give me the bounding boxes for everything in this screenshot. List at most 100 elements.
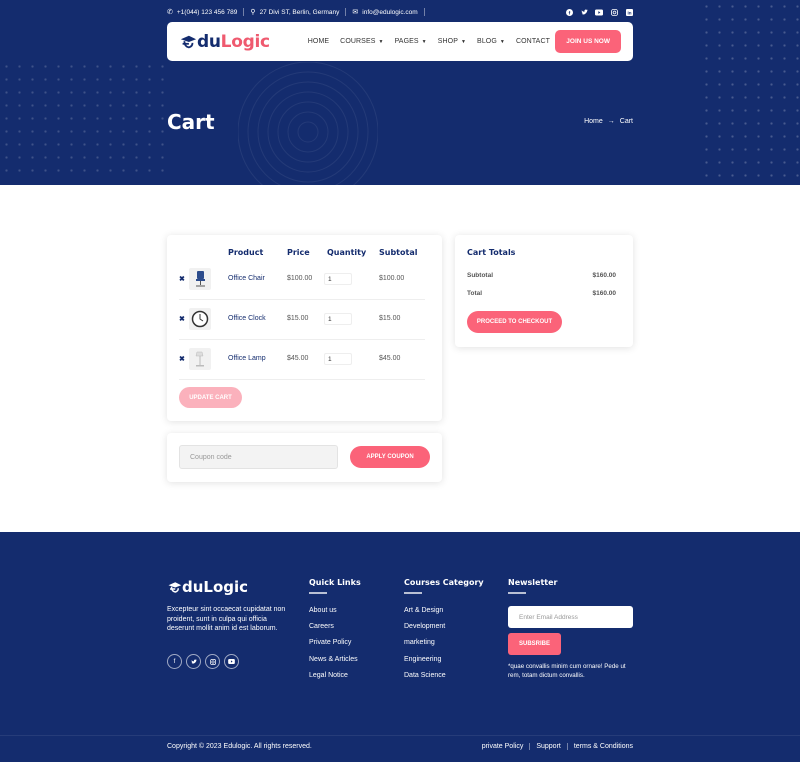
footer-link[interactable]: About us (309, 607, 358, 614)
logo-accent-text: Logic (220, 31, 270, 52)
footer-social-links: f (167, 654, 239, 669)
nav-courses[interactable]: COURSES ▼ (340, 38, 383, 45)
twitter-icon[interactable] (186, 654, 201, 669)
nav-contact[interactable]: CONTACT (516, 38, 550, 45)
footer-description: Excepteur sint occaecat cupidatat non pr… (167, 606, 286, 632)
nav-pages[interactable]: PAGES ▼ (395, 38, 427, 45)
footer-bottom-link[interactable]: private Policy (476, 743, 531, 750)
remove-item-icon[interactable]: ✖ (179, 355, 185, 363)
cart-row: ✖ Office Lamp $45.00 1 $45.00 (179, 340, 425, 380)
product-price: $45.00 (287, 355, 309, 362)
product-name[interactable]: Office Lamp (228, 355, 266, 362)
footer-link[interactable]: News & Articles (309, 656, 358, 663)
chevron-down-icon: ▼ (378, 39, 384, 45)
quantity-input[interactable]: 1 (324, 273, 352, 285)
copyright-text: Copyright © 2023 Edulogic. All rights re… (167, 743, 312, 750)
column-header-quantity: Quantity (327, 248, 367, 257)
facebook-icon[interactable]: f (167, 654, 182, 669)
concentric-rings-decoration (238, 62, 378, 185)
mail-icon: ✉ (352, 9, 359, 16)
site-logo[interactable]: du Logic (179, 32, 270, 52)
nav-shop[interactable]: SHOP ▼ (438, 38, 466, 45)
footer-link[interactable]: Development (404, 623, 446, 630)
email-text: info@edulogic.com (362, 8, 418, 16)
topbar-social-links: f in (565, 8, 633, 16)
top-contact-bar: ✆ +1(044) 123 456 789 ⚲ 27 Divi ST, Berl… (167, 5, 633, 19)
main-navbar: du Logic HOME COURSES ▼ PAGES ▼ SHOP ▼ BLOG ▼… (167, 22, 633, 61)
remove-item-icon[interactable]: ✖ (179, 315, 185, 323)
quick-links-title: Quick Links (309, 578, 361, 594)
footer-logo-text: duLogic (182, 578, 249, 596)
footer-link[interactable]: Legal Notice (309, 672, 358, 679)
total-value: $160.00 (592, 290, 617, 297)
subtotal-line: Subtotal $160.00 (467, 272, 616, 279)
breadcrumb: Home → Cart (584, 118, 633, 125)
nav-home[interactable]: HOME (308, 38, 329, 45)
facebook-icon[interactable]: f (565, 8, 573, 16)
footer-bottom-link[interactable]: Support (530, 743, 568, 750)
footer-divider (0, 735, 800, 736)
graduation-cap-icon (180, 35, 197, 48)
courses-category-list: Art & Design Development marketing Engin… (404, 607, 446, 679)
footer-bottom-links: private Policy Support terms & Condition… (476, 743, 633, 750)
svg-text:in: in (627, 10, 631, 15)
nav-menu: HOME COURSES ▼ PAGES ▼ SHOP ▼ BLOG ▼ CONTACT (308, 38, 550, 45)
join-us-button[interactable]: JOIN US NOW (555, 30, 621, 53)
column-header-product: Product (228, 248, 264, 257)
subscribe-button[interactable]: SUBSRIBE (508, 633, 561, 655)
column-header-subtotal: Subtotal (379, 248, 418, 257)
total-line: Total $160.00 (467, 290, 616, 297)
logo-main-text: du (197, 31, 221, 52)
cart-totals-title: Cart Totals (467, 248, 516, 257)
breadcrumb-current: Cart (619, 118, 633, 125)
proceed-to-checkout-button[interactable]: PROCEED TO CHECKOUT (467, 311, 562, 333)
newsletter-email-input[interactable]: Enter Email Address (508, 606, 633, 628)
product-name[interactable]: Office Clock (228, 315, 266, 322)
twitter-icon[interactable] (580, 8, 588, 16)
linkedin-icon[interactable]: in (625, 8, 633, 16)
product-subtotal: $45.00 (379, 355, 401, 362)
product-subtotal: $15.00 (379, 315, 401, 322)
update-cart-button[interactable]: UPDATE CART (179, 387, 242, 408)
youtube-icon[interactable] (595, 8, 603, 16)
footer-link[interactable]: Careers (309, 623, 358, 630)
footer-bottom-link[interactable]: terms & Conditions (568, 743, 633, 750)
total-label: Total (467, 290, 483, 297)
chevron-down-icon: ▼ (421, 39, 427, 45)
breadcrumb-home[interactable]: Home (584, 118, 603, 125)
page-hero: ✆ +1(044) 123 456 789 ⚲ 27 Divi ST, Berl… (0, 0, 800, 185)
youtube-icon[interactable] (224, 654, 239, 669)
newsletter-note: *quae convallis minim cum ornare! Pede u… (508, 663, 626, 679)
instagram-icon[interactable] (205, 654, 220, 669)
dot-pattern-right (700, 0, 800, 185)
footer-link[interactable]: Data Science (404, 672, 446, 679)
quantity-input[interactable]: 1 (324, 313, 352, 325)
apply-coupon-button[interactable]: APPLY COUPON (350, 446, 430, 468)
footer-link[interactable]: Private Policy (309, 639, 358, 646)
cart-row: ✖ Office Chair $100.00 1 $100.00 (179, 260, 425, 300)
subtotal-label: Subtotal (467, 272, 493, 279)
footer-link[interactable]: marketing (404, 639, 446, 646)
nav-blog[interactable]: BLOG ▼ (477, 38, 505, 45)
coupon-code-input[interactable]: Coupon code (179, 445, 338, 469)
footer-logo[interactable]: duLogic (167, 578, 248, 596)
remove-item-icon[interactable]: ✖ (179, 275, 185, 283)
topbar-phone[interactable]: ✆ +1(044) 123 456 789 (167, 8, 245, 16)
phone-icon: ✆ (167, 9, 173, 16)
product-subtotal: $100.00 (379, 275, 405, 282)
office-chair-icon[interactable] (189, 268, 211, 290)
quantity-input[interactable]: 1 (324, 353, 352, 365)
office-lamp-icon[interactable] (189, 348, 211, 370)
footer-link[interactable]: Art & Design (404, 607, 446, 614)
graduation-cap-icon (168, 581, 182, 593)
topbar-email[interactable]: ✉ info@edulogic.com (352, 8, 425, 16)
page-title: Cart (167, 110, 215, 134)
newsletter-title: Newsletter (508, 578, 558, 594)
breadcrumb-arrow-icon: → (607, 118, 615, 125)
column-header-price: Price (287, 248, 310, 257)
office-clock-icon[interactable] (189, 308, 211, 330)
footer-link[interactable]: Engineering (404, 656, 446, 663)
quick-links-list: About us Careers Private Policy News & A… (309, 607, 358, 679)
instagram-icon[interactable] (610, 8, 618, 16)
product-name[interactable]: Office Chair (228, 275, 265, 282)
